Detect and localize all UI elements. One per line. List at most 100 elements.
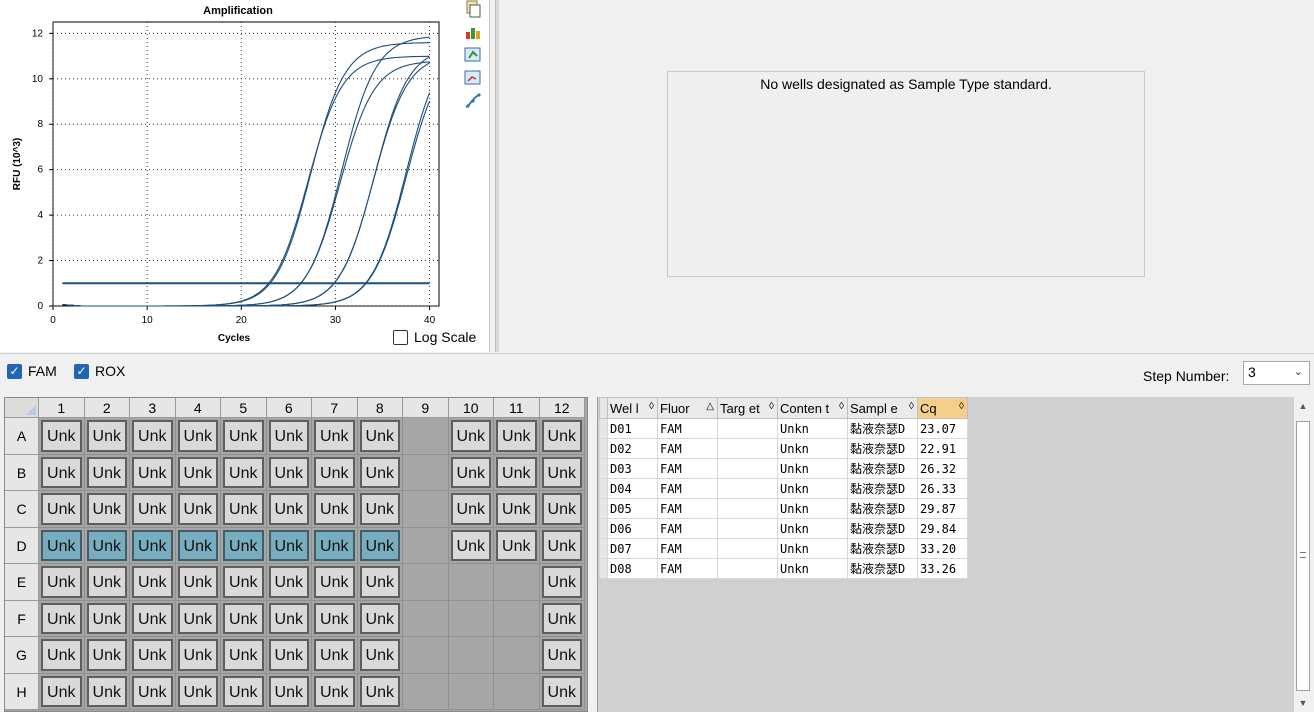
plate-column-header[interactable]: 5 bbox=[221, 398, 267, 418]
column-header-cq[interactable]: Cq ◊ bbox=[917, 397, 968, 419]
plate-well[interactable] bbox=[494, 564, 540, 601]
column-header-content[interactable]: Conten t ◊ bbox=[777, 397, 848, 419]
plate-well[interactable]: Unk bbox=[494, 491, 540, 528]
row-selector[interactable] bbox=[599, 478, 608, 499]
row-selector[interactable] bbox=[599, 538, 608, 559]
plate-well[interactable] bbox=[403, 454, 449, 491]
plate-well[interactable]: Unk bbox=[175, 527, 221, 564]
plate-column-header[interactable]: 7 bbox=[312, 398, 358, 418]
plate-well[interactable]: Unk bbox=[221, 527, 267, 564]
plate-well[interactable]: Unk bbox=[494, 454, 540, 491]
plate-well[interactable]: Unk bbox=[84, 600, 130, 637]
plate-well[interactable]: Unk bbox=[539, 600, 585, 637]
plate-well[interactable]: Unk bbox=[357, 527, 403, 564]
plate-well[interactable]: Unk bbox=[221, 491, 267, 528]
table-row[interactable]: D08 FAM Unkn 黏液奈瑟D 33.26 bbox=[599, 558, 968, 579]
plate-well[interactable]: Unk bbox=[312, 637, 358, 674]
plate-column-header[interactable]: 9 bbox=[403, 398, 449, 418]
plate-column-header[interactable]: 8 bbox=[357, 398, 403, 418]
plate-well[interactable]: Unk bbox=[266, 673, 312, 710]
plate-row-header[interactable]: A bbox=[5, 418, 39, 455]
step-number-select[interactable]: 3 ⌄ bbox=[1243, 361, 1310, 385]
plate-well[interactable]: Unk bbox=[130, 491, 176, 528]
plate-well[interactable]: Unk bbox=[221, 673, 267, 710]
rox-checkbox[interactable]: ✓ bbox=[74, 363, 89, 379]
plate-well[interactable]: Unk bbox=[39, 454, 85, 491]
plate-well[interactable]: Unk bbox=[312, 673, 358, 710]
plate-well[interactable] bbox=[494, 600, 540, 637]
plate-well[interactable]: Unk bbox=[357, 673, 403, 710]
plate-well[interactable] bbox=[448, 673, 494, 710]
plate-well[interactable]: Unk bbox=[130, 418, 176, 455]
panel-splitter[interactable] bbox=[495, 0, 499, 352]
row-selector[interactable] bbox=[599, 518, 608, 539]
curve-settings-icon[interactable] bbox=[464, 92, 482, 110]
plate-well[interactable]: Unk bbox=[539, 454, 585, 491]
amplification-chart[interactable]: 0 10 20 30 40 0 2 4 6 8 10 12 Amplification Cycles RFU… bbox=[0, 0, 462, 352]
plate-well[interactable] bbox=[403, 600, 449, 637]
column-header-well[interactable]: Wel l ◊ bbox=[607, 397, 658, 419]
plate-well[interactable]: Unk bbox=[84, 564, 130, 601]
column-header-fluor[interactable]: Fluor △ bbox=[657, 397, 718, 419]
plate-well[interactable]: Unk bbox=[130, 637, 176, 674]
plate-well[interactable]: Unk bbox=[221, 600, 267, 637]
plate-well[interactable]: Unk bbox=[266, 600, 312, 637]
plate-well[interactable]: Unk bbox=[84, 527, 130, 564]
plate-well[interactable] bbox=[494, 637, 540, 674]
plate-well[interactable]: Unk bbox=[130, 673, 176, 710]
plate-well[interactable]: Unk bbox=[130, 454, 176, 491]
column-header-sample[interactable]: Sampl e ◊ bbox=[847, 397, 918, 419]
plate-well[interactable]: Unk bbox=[175, 673, 221, 710]
plate-column-header[interactable]: 2 bbox=[84, 398, 130, 418]
plate-row-header[interactable]: F bbox=[5, 600, 39, 637]
plate-select-all[interactable] bbox=[5, 398, 39, 418]
plate-well[interactable]: Unk bbox=[39, 600, 85, 637]
plate-column-header[interactable]: 4 bbox=[175, 398, 221, 418]
plate-well[interactable]: Unk bbox=[84, 673, 130, 710]
table-row[interactable]: D07 FAM Unkn 黏液奈瑟D 33.20 bbox=[599, 538, 968, 559]
table-row[interactable]: D06 FAM Unkn 黏液奈瑟D 29.84 bbox=[599, 518, 968, 539]
table-row[interactable]: D04 FAM Unkn 黏液奈瑟D 26.33 bbox=[599, 478, 968, 499]
plate-well[interactable]: Unk bbox=[448, 527, 494, 564]
table-row[interactable]: D03 FAM Unkn 黏液奈瑟D 26.32 bbox=[599, 458, 968, 479]
plate-row-header[interactable]: E bbox=[5, 564, 39, 601]
plate-well[interactable]: Unk bbox=[221, 637, 267, 674]
plate-well[interactable]: Unk bbox=[221, 418, 267, 455]
plate-well[interactable]: Unk bbox=[39, 527, 85, 564]
row-selector[interactable] bbox=[599, 418, 608, 439]
plate-well[interactable]: Unk bbox=[312, 418, 358, 455]
copy-icon[interactable] bbox=[464, 0, 482, 18]
row-selector[interactable] bbox=[599, 438, 608, 459]
plate-well[interactable]: Unk bbox=[312, 491, 358, 528]
plate-column-header[interactable]: 1 bbox=[39, 398, 85, 418]
plate-column-header[interactable]: 12 bbox=[539, 398, 585, 418]
scroll-thumb[interactable] bbox=[1296, 421, 1310, 691]
plate-well[interactable] bbox=[403, 491, 449, 528]
plate-well[interactable]: Unk bbox=[448, 491, 494, 528]
scroll-down-icon[interactable]: ▼ bbox=[1294, 694, 1312, 712]
plate-well[interactable] bbox=[403, 637, 449, 674]
plate-well[interactable]: Unk bbox=[312, 600, 358, 637]
export-chart-icon[interactable] bbox=[464, 23, 482, 41]
plate-well[interactable]: Unk bbox=[84, 491, 130, 528]
plate-well[interactable]: Unk bbox=[494, 418, 540, 455]
zoom-chart-icon[interactable] bbox=[464, 69, 482, 87]
plate-well[interactable]: Unk bbox=[266, 491, 312, 528]
plate-row-header[interactable]: H bbox=[5, 673, 39, 710]
plate-well[interactable] bbox=[448, 637, 494, 674]
plate-column-header[interactable]: 10 bbox=[448, 398, 494, 418]
plate-well[interactable]: Unk bbox=[175, 600, 221, 637]
plate-well[interactable]: Unk bbox=[84, 454, 130, 491]
plate-well[interactable]: Unk bbox=[357, 600, 403, 637]
plate-well[interactable]: Unk bbox=[448, 454, 494, 491]
scroll-up-icon[interactable]: ▲ bbox=[1294, 397, 1312, 415]
plate-well[interactable]: Unk bbox=[266, 418, 312, 455]
plate-well[interactable]: Unk bbox=[539, 491, 585, 528]
fam-checkbox[interactable]: ✓ bbox=[7, 363, 22, 379]
plate-well[interactable]: Unk bbox=[266, 564, 312, 601]
plate-row-header[interactable]: C bbox=[5, 491, 39, 528]
plate-well[interactable]: Unk bbox=[357, 454, 403, 491]
row-selector[interactable] bbox=[599, 498, 608, 519]
plate-well[interactable]: Unk bbox=[130, 564, 176, 601]
row-selector[interactable] bbox=[599, 458, 608, 479]
